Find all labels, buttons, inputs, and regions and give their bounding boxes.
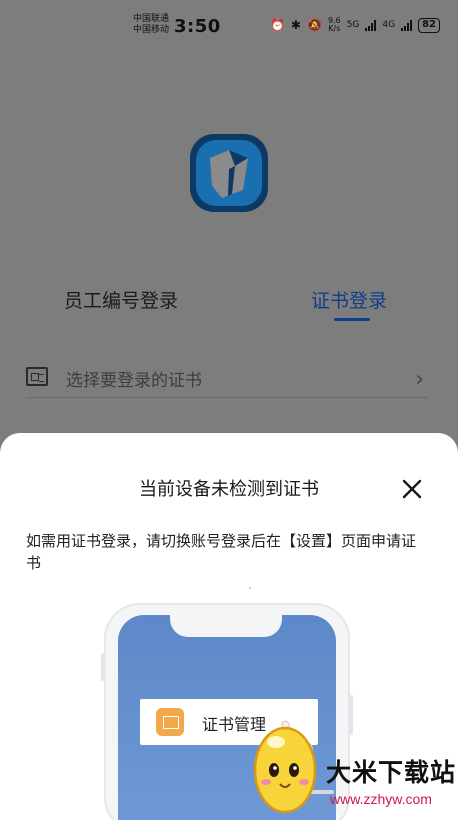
network-2: 4G <box>382 20 396 30</box>
close-icon[interactable] <box>400 477 424 501</box>
carrier-2: 中国移动 <box>133 25 170 35</box>
net-speed: 9.6 K/s <box>327 16 341 33</box>
status-bar: 中国联通 中国移动 3:50 ⏰ ✱ 🔕 9.6 K/s 5G 4G 82 <box>0 0 458 46</box>
watermark-url: www.zzhyw.com <box>330 791 432 807</box>
network-1: 5G <box>346 20 360 30</box>
tab-employee-login[interactable]: 员工编号登录 <box>64 286 178 313</box>
sheet-description: 如需用证书登录，请切换账号登录后在【设置】页面申请证书 <box>26 532 417 572</box>
phone-side-button <box>101 653 104 681</box>
alarm-icon: ⏰ <box>269 18 285 32</box>
bluetooth-icon: ✱ <box>290 18 301 32</box>
egg-mascot-logo <box>253 726 317 814</box>
signal-1-icon <box>365 19 377 31</box>
active-tab-indicator <box>334 318 370 321</box>
site-watermark: 大米下载站 www.zzhyw.com <box>250 712 458 820</box>
phone-notch <box>170 615 282 637</box>
battery-indicator: 82 <box>418 17 440 33</box>
certificate-select-placeholder: 选择要登录的证书 <box>66 371 202 391</box>
app-logo-icon <box>190 134 268 212</box>
watermark-brand: 大米下载站 <box>326 758 457 787</box>
id-card-icon <box>156 708 184 736</box>
mute-icon: 🔕 <box>306 18 322 32</box>
chevron-right-icon: › <box>415 367 424 392</box>
decor-dot <box>249 587 251 589</box>
login-tabs: 员工编号登录 证书登录 <box>0 286 458 326</box>
status-icons: ⏰ ✱ 🔕 9.6 K/s 5G 4G 82 <box>270 17 440 33</box>
sheet-title: 当前设备未检测到证书 <box>139 479 319 500</box>
clock: 3:50 <box>174 16 221 37</box>
carrier-names: 中国联通 中国移动 <box>133 14 169 36</box>
signal-2-icon <box>401 19 413 31</box>
certificate-icon <box>26 367 48 386</box>
certificate-select[interactable]: 选择要登录的证书 › <box>26 360 428 398</box>
carrier-1: 中国联通 <box>133 14 170 24</box>
tab-certificate-login[interactable]: 证书登录 <box>311 286 387 313</box>
